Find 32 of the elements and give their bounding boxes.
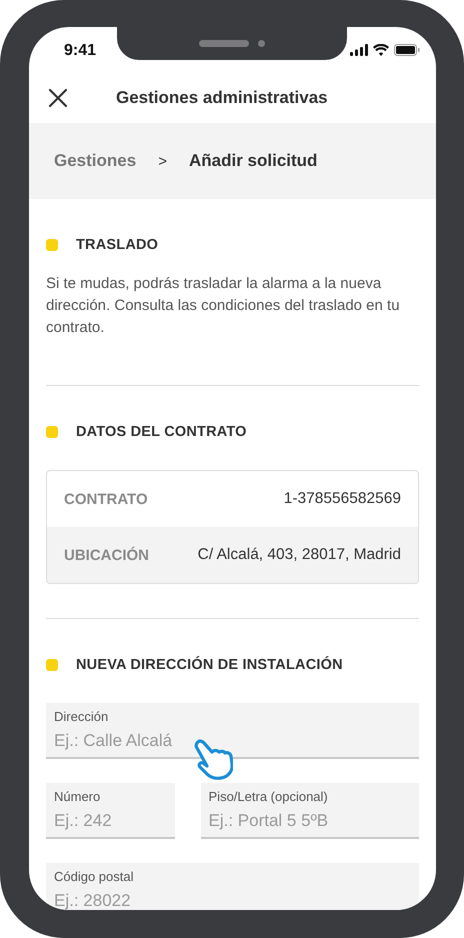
- row-value: C/ Alcalá, 403, 28017, Madrid: [198, 546, 401, 564]
- field-label: Número: [54, 788, 102, 805]
- text-field[interactable]: Número Ej.: 242: [46, 783, 175, 839]
- input-field[interactable]: Ej.: 242: [54, 808, 167, 834]
- text-field[interactable]: Piso/Letra (opcional) Ej.: Portal 5 5ºB: [200, 783, 419, 839]
- close-icon[interactable]: [47, 87, 69, 109]
- section-title: TRASLADO: [76, 237, 158, 253]
- input-field[interactable]: Ej.: Calle Alcalá: [54, 728, 411, 754]
- section-title: DATOS DEL CONTRATO: [76, 424, 247, 440]
- screen-title: Gestiones administrativas: [116, 88, 328, 108]
- field-label: Piso/Letra (opcional): [208, 788, 329, 805]
- wifi-icon: [373, 44, 389, 56]
- status-time: 9:41: [64, 42, 96, 60]
- section-title: NUEVA DIRECCIÓN DE INSTALACIÓN: [76, 657, 343, 673]
- battery-icon: [394, 44, 420, 56]
- row-value: 1-378556582569: [284, 490, 401, 508]
- signal-icon: [350, 44, 368, 56]
- bullet-icon: [46, 239, 58, 251]
- breadcrumb-current: Añadir solicitud: [188, 151, 318, 171]
- row-label: UBICACIÓN: [64, 546, 149, 564]
- text-field[interactable]: Dirección Ej.: Calle Alcalá: [46, 703, 419, 759]
- chevron-icon: >: [158, 152, 167, 170]
- description-text: Si te mudas, podrás trasladar la alarma a la nueva dirección. Consulta las condiciones del traslado en tu contrato.: [46, 274, 401, 338]
- input-field[interactable]: Ej.: 28022: [54, 888, 411, 910]
- row-label: CONTRATO: [64, 490, 148, 508]
- text-field[interactable]: Código postal Ej.: 28022: [46, 863, 419, 910]
- bullet-icon: [46, 659, 58, 671]
- field-label: Código postal: [54, 868, 134, 885]
- breadcrumb-link[interactable]: Gestiones: [54, 151, 136, 171]
- field-label: Dirección: [54, 708, 110, 725]
- input-field[interactable]: Ej.: Portal 5 5ºB: [208, 808, 411, 834]
- bullet-icon: [46, 426, 58, 438]
